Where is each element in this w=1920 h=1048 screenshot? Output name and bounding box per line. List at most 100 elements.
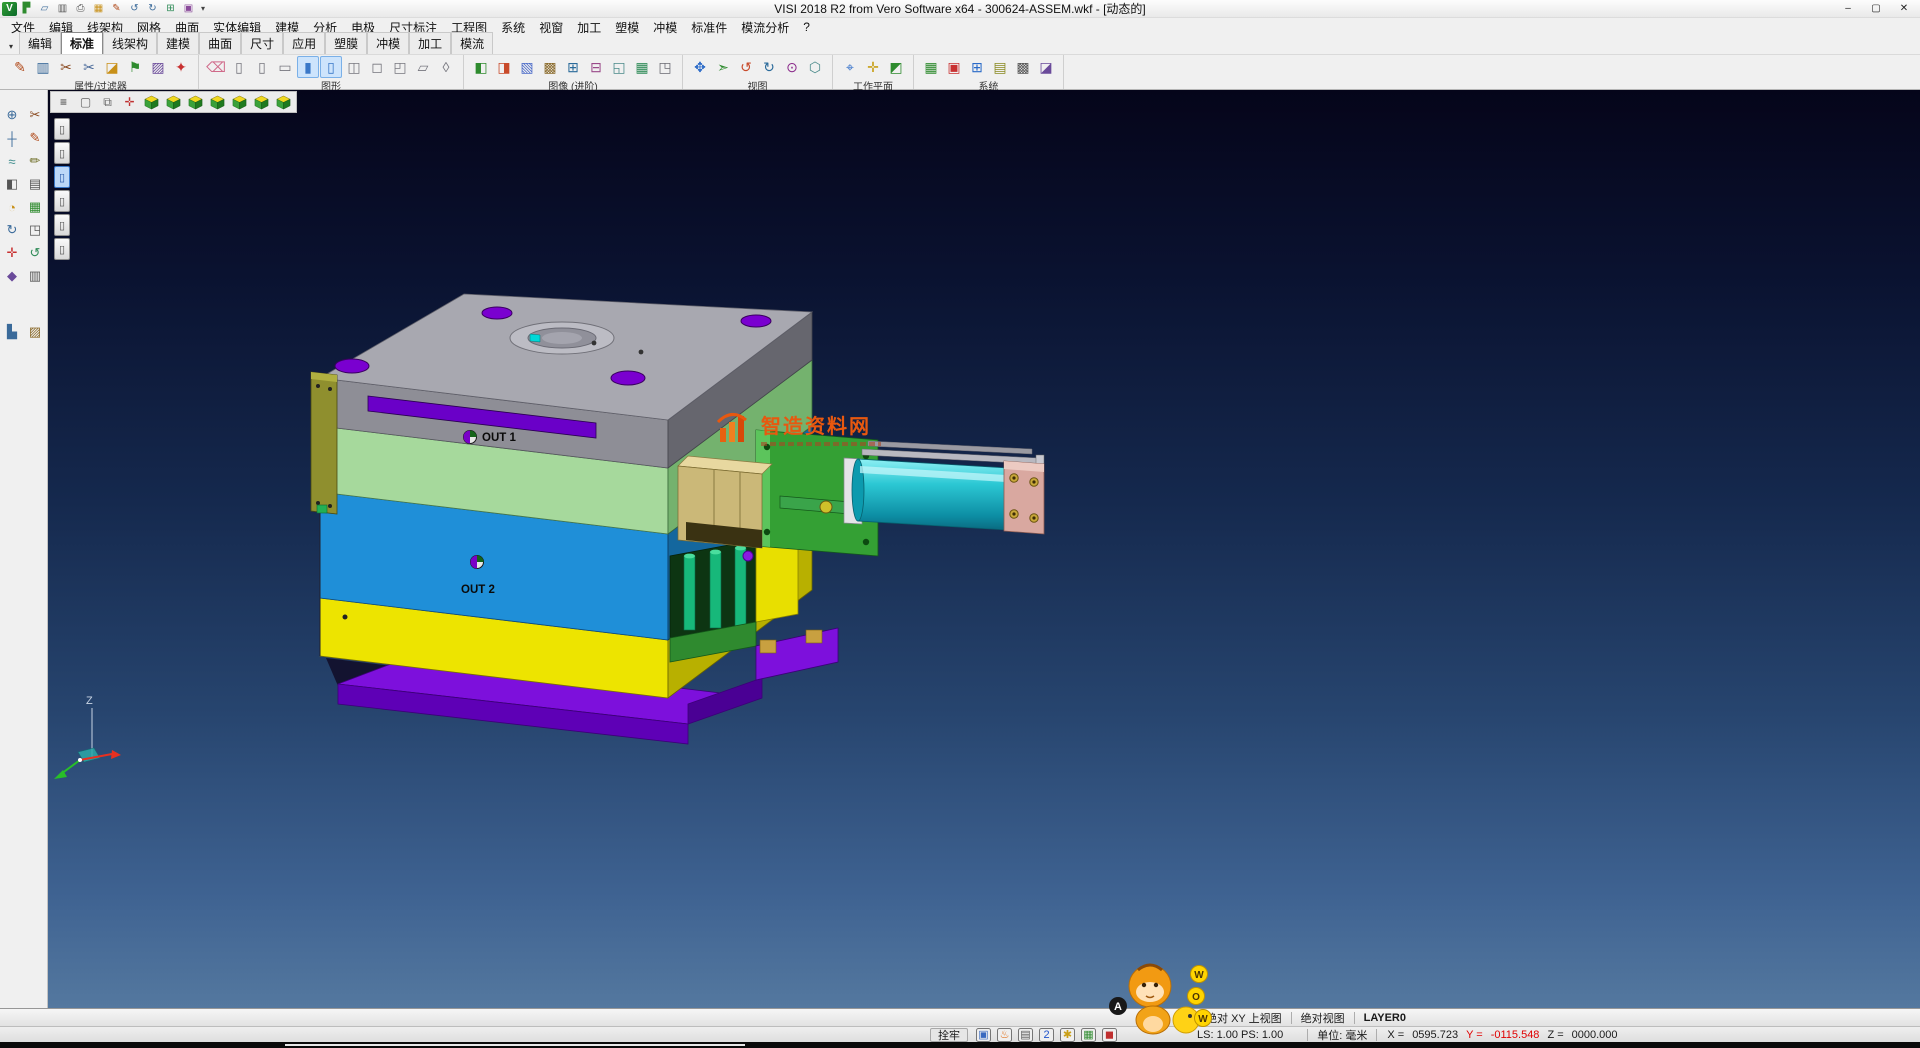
toolbar-tab[interactable]: 建模 [157, 32, 199, 54]
toolbar-tab[interactable]: 应用 [283, 32, 325, 54]
view-tool-icon[interactable]: ✛ [119, 93, 140, 111]
toolbar-icon[interactable]: ▩ [539, 56, 561, 78]
view-cube-icon[interactable] [273, 93, 294, 111]
quick-access-icon[interactable]: ▥ [54, 1, 71, 16]
toolbar-tab[interactable]: 模流 [451, 32, 493, 54]
view-cube-icon[interactable] [141, 93, 162, 111]
toolbar-icon[interactable]: ⊞ [966, 56, 988, 78]
toolbar-icon[interactable]: ▣ [943, 56, 965, 78]
maximize-button[interactable]: ▢ [1862, 1, 1890, 17]
toolbar-icon[interactable]: ◊ [435, 56, 457, 78]
menu-item[interactable]: 加工 [570, 18, 608, 37]
clipboard-slot-icon[interactable]: ▯ [54, 238, 70, 260]
tab-dropdown-icon[interactable]: ▾ [3, 39, 19, 54]
toolbar-tab[interactable]: 尺寸 [241, 32, 283, 54]
menu-item[interactable]: 系统 [494, 18, 532, 37]
menu-item[interactable]: 模流分析 [734, 18, 796, 37]
toolbar-icon[interactable]: ⌖ [839, 56, 861, 78]
status-icon[interactable]: 2 [1039, 1028, 1054, 1042]
toolbar-icon[interactable]: ▭ [274, 56, 296, 78]
toolbar-icon[interactable]: ⌫ [205, 56, 227, 78]
side-tool-icon[interactable]: ┼ [1, 127, 23, 149]
toolbar-icon[interactable]: ▨ [147, 56, 169, 78]
status-layer[interactable]: LAYER0 [1355, 1012, 1415, 1024]
toolbar-icon[interactable]: ✂ [55, 56, 77, 78]
quick-access-icon[interactable]: ⊞ [162, 1, 179, 16]
status-units[interactable]: 单位: 毫米 [1308, 1027, 1376, 1043]
status-absolute-view[interactable]: 绝对视图 [1292, 1010, 1354, 1026]
toolbar-icon[interactable]: ⊟ [585, 56, 607, 78]
toolbar-icon[interactable]: ▩ [1012, 56, 1034, 78]
toolbar-icon[interactable]: ▦ [631, 56, 653, 78]
side-tool-icon[interactable]: ≈ [1, 150, 23, 172]
view-cube-icon[interactable] [251, 93, 272, 111]
toolbar-icon[interactable]: ↻ [758, 56, 780, 78]
toolbar-icon[interactable]: ✛ [862, 56, 884, 78]
toolbar-icon[interactable]: ▦ [920, 56, 942, 78]
toolbar-icon[interactable]: ▮ [297, 56, 319, 78]
side-tool-icon[interactable]: ◧ [1, 173, 23, 195]
toolbar-icon[interactable]: ▥ [32, 56, 54, 78]
view-cube-icon[interactable] [229, 93, 250, 111]
side-tool-icon[interactable]: ⊕ [1, 104, 23, 126]
side-tool-icon[interactable]: ◆ [1, 265, 23, 287]
model-side-clamp-bar[interactable] [311, 372, 337, 514]
toolbar-icon[interactable]: ◨ [493, 56, 515, 78]
status-view-lock[interactable]: 绝对 XY 上视图 [1197, 1010, 1291, 1026]
view-cube-icon[interactable] [185, 93, 206, 111]
toolbar-tab[interactable]: 编辑 [19, 32, 61, 54]
toolbar-icon[interactable]: ◧ [470, 56, 492, 78]
view-tool-icon[interactable]: ⧉ [97, 93, 118, 111]
menu-item[interactable]: 冲模 [646, 18, 684, 37]
toolbar-icon[interactable]: ▯ [228, 56, 250, 78]
side-tool-icon[interactable]: ◳ [24, 219, 46, 241]
quick-access-icon[interactable]: ✎ [108, 1, 125, 16]
toolbar-icon[interactable]: ▤ [989, 56, 1011, 78]
chevron-down-icon[interactable]: ▾ [198, 4, 208, 13]
toolbar-icon[interactable]: ✥ [689, 56, 711, 78]
toolbar-icon[interactable]: ⚑ [124, 56, 146, 78]
menu-item[interactable]: ? [796, 19, 817, 35]
search-icon[interactable]: ⌕ [1184, 1010, 1197, 1025]
toolbar-icon[interactable]: ✎ [9, 56, 31, 78]
toolbar-icon[interactable]: ⊙ [781, 56, 803, 78]
status-icon[interactable]: ✱ [1060, 1028, 1075, 1042]
side-tool-icon[interactable]: ▙ [1, 321, 23, 343]
toolbar-icon[interactable]: ▯ [320, 56, 342, 78]
clipboard-slot-icon[interactable]: ▯ [54, 214, 70, 236]
status-icon[interactable]: ▣ [976, 1028, 991, 1042]
toolbar-icon[interactable]: ◰ [389, 56, 411, 78]
toolbar-icon[interactable]: ◻ [366, 56, 388, 78]
status-icon[interactable]: ◼ [1102, 1028, 1117, 1042]
side-tool-icon[interactable]: ▤ [24, 173, 46, 195]
toolbar-icon[interactable]: ✦ [170, 56, 192, 78]
clipboard-slot-icon[interactable]: ▯ [54, 190, 70, 212]
side-tool-icon[interactable]: ✏ [24, 150, 46, 172]
toolbar-icon[interactable]: ⬡ [804, 56, 826, 78]
side-tool-icon[interactable]: ▦ [24, 196, 46, 218]
menu-item[interactable]: 塑模 [608, 18, 646, 37]
view-cube-icon[interactable] [207, 93, 228, 111]
side-tool-icon[interactable]: ◔ [1, 196, 23, 218]
view-tool-icon[interactable]: ≡ [53, 93, 74, 111]
toolbar-tab[interactable]: 曲面 [199, 32, 241, 54]
toolbar-tab[interactable]: 塑膜 [325, 32, 367, 54]
view-cube-icon[interactable] [163, 93, 184, 111]
toolbar-icon[interactable]: ◪ [101, 56, 123, 78]
toolbar-tab[interactable]: 线架构 [103, 32, 157, 54]
status-icon[interactable]: ▤ [1018, 1028, 1033, 1042]
quick-access-icon[interactable]: ↺ [126, 1, 143, 16]
toolbar-icon[interactable]: ▧ [516, 56, 538, 78]
side-tool-icon[interactable]: ↺ [24, 242, 46, 264]
menu-item[interactable]: 视窗 [532, 18, 570, 37]
view-tool-icon[interactable]: ▢ [75, 93, 96, 111]
toolbar-icon[interactable]: ▯ [251, 56, 273, 78]
toolbar-icon[interactable]: ◱ [608, 56, 630, 78]
lock-toggle[interactable]: 拴牢 [930, 1028, 968, 1042]
menu-item[interactable]: 标准件 [684, 18, 734, 37]
toolbar-icon[interactable]: ↺ [735, 56, 757, 78]
close-button[interactable]: ✕ [1890, 1, 1918, 17]
quick-access-icon[interactable]: ⎙ [72, 1, 89, 16]
side-tool-icon[interactable]: ↻ [1, 219, 23, 241]
toolbar-icon[interactable]: ▱ [412, 56, 434, 78]
